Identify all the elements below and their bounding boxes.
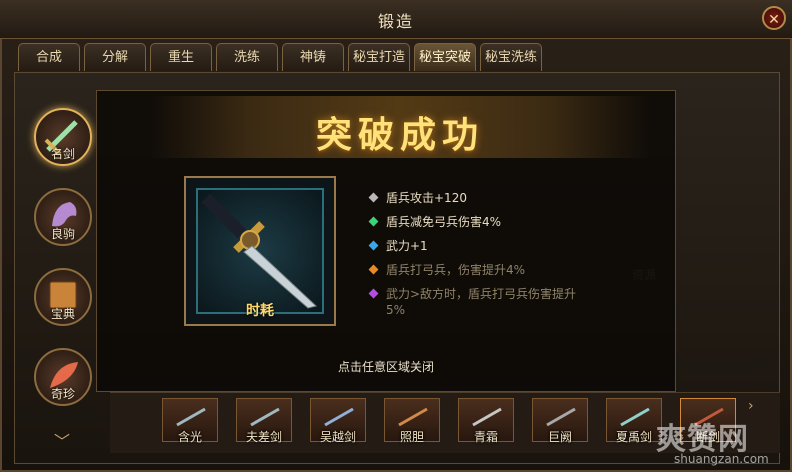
item-slot[interactable]: 照胆 bbox=[384, 398, 440, 444]
sword-icon bbox=[201, 193, 318, 309]
diamond-icon bbox=[368, 288, 379, 299]
sidebar-item-rarity[interactable]: 奇珍 bbox=[34, 348, 92, 406]
diamond-icon bbox=[368, 192, 379, 203]
sidebar-item-tome[interactable]: 宝典 bbox=[34, 268, 92, 326]
item-frame: 时耗 bbox=[184, 176, 336, 326]
sidebar-item-sword[interactable]: 名剑 bbox=[34, 108, 92, 166]
item-slot[interactable]: 巨阙 bbox=[532, 398, 588, 444]
window-title: 锻造 bbox=[377, 12, 414, 31]
tab-refine[interactable]: 洗练 bbox=[216, 43, 278, 71]
stat-text: 盾兵打弓兵，伤害提升4% bbox=[386, 263, 526, 277]
watermark-url: shuangzan.com bbox=[674, 452, 769, 466]
success-title: 突破成功 bbox=[315, 114, 484, 156]
stat-line: 盾兵减免弓兵伤害4% bbox=[368, 214, 588, 230]
stat-text: 武力>敌方时，盾兵打弓兵伤害提升5% bbox=[386, 287, 577, 317]
sidebar-item-label: 良驹 bbox=[50, 227, 75, 241]
item-slot-label: 含光 bbox=[177, 430, 202, 444]
stat-line: 盾兵攻击+120 bbox=[368, 190, 588, 206]
watermark-logo: 爽赞网 shuangzan.com bbox=[650, 408, 790, 468]
stat-line: 盾兵打弓兵，伤害提升4% bbox=[368, 262, 588, 278]
close-icon[interactable]: ✕ bbox=[762, 6, 786, 30]
chevron-down-icon[interactable]: ﹀ bbox=[52, 428, 72, 451]
title-bar: 锻造 ✕ bbox=[0, 0, 792, 39]
item-portrait bbox=[196, 188, 324, 314]
sword-icon bbox=[620, 407, 650, 427]
sword-icon bbox=[250, 407, 280, 427]
stat-text: 盾兵攻击+120 bbox=[386, 191, 467, 205]
tab-synthesize[interactable]: 合成 bbox=[18, 43, 80, 71]
item-slot-label: 夫差剑 bbox=[245, 430, 282, 444]
stat-line: 武力>敌方时，盾兵打弓兵伤害提升5% bbox=[368, 286, 588, 318]
tab-bar: 合成 分解 重生 洗练 神铸 秘宝打造 秘宝突破 秘宝洗练 bbox=[18, 43, 542, 71]
close-hint: 点击任意区域关闭 bbox=[337, 360, 434, 374]
success-banner: 突破成功 bbox=[150, 96, 650, 158]
sword-icon bbox=[176, 407, 206, 427]
stat-text: 武力+1 bbox=[386, 239, 428, 253]
item-slot-label: 青霜 bbox=[473, 430, 498, 444]
item-slot[interactable]: 含光 bbox=[162, 398, 218, 444]
tab-divine-cast[interactable]: 神铸 bbox=[282, 43, 344, 71]
stat-line: 武力+1 bbox=[368, 238, 588, 254]
item-slot[interactable]: 夫差剑 bbox=[236, 398, 292, 444]
sword-icon bbox=[324, 407, 354, 427]
stat-list: 盾兵攻击+120 盾兵减免弓兵伤害4% 武力+1 盾兵打弓兵，伤害提升4% 武力… bbox=[368, 190, 588, 326]
diamond-icon bbox=[368, 240, 379, 251]
sword-icon bbox=[472, 407, 502, 427]
item-slot-label: 巨阙 bbox=[547, 430, 572, 444]
sidebar-item-label: 名剑 bbox=[50, 147, 75, 161]
item-slot-label: 照胆 bbox=[399, 430, 424, 444]
item-slot[interactable]: 青霜 bbox=[458, 398, 514, 444]
sword-icon bbox=[546, 407, 576, 427]
sidebar-item-steed[interactable]: 良驹 bbox=[34, 188, 92, 246]
tab-decompose[interactable]: 分解 bbox=[84, 43, 146, 71]
item-slot[interactable]: 吴越剑 bbox=[310, 398, 366, 444]
tab-treasure-refine[interactable]: 秘宝洗练 bbox=[480, 43, 542, 71]
tab-treasure-forge[interactable]: 秘宝打造 bbox=[348, 43, 410, 71]
sidebar-item-label: 宝典 bbox=[50, 307, 75, 321]
tab-rebirth[interactable]: 重生 bbox=[150, 43, 212, 71]
diamond-icon bbox=[368, 264, 379, 275]
diamond-icon bbox=[368, 216, 379, 227]
item-slot-label: 吴越剑 bbox=[319, 430, 356, 444]
sword-icon bbox=[398, 407, 428, 427]
tab-treasure-breakthrough[interactable]: 秘宝突破 bbox=[414, 43, 476, 71]
stat-text: 盾兵减免弓兵伤害4% bbox=[386, 215, 502, 229]
item-name: 时耗 bbox=[246, 303, 274, 319]
sidebar-item-label: 奇珍 bbox=[50, 387, 75, 401]
